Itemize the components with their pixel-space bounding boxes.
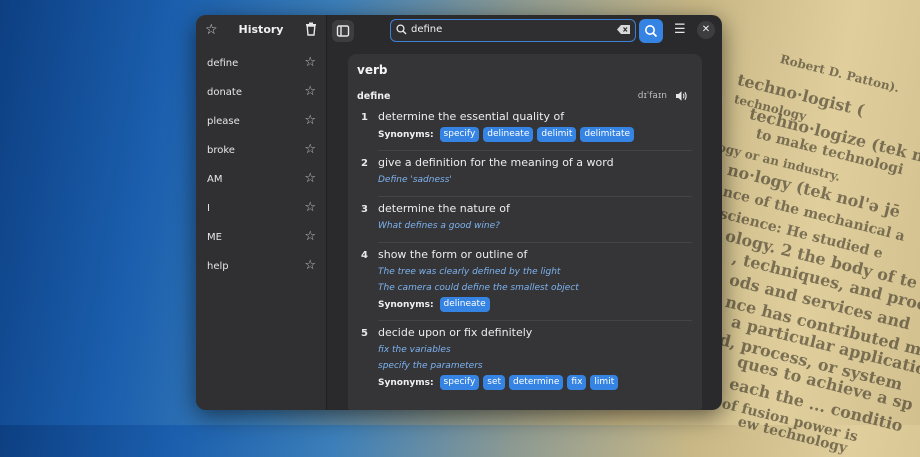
synonym-chip[interactable]: fix bbox=[567, 375, 587, 390]
menu-icon[interactable]: ☰ bbox=[674, 22, 686, 37]
sense-definition: give a definition for the meaning of a w… bbox=[378, 156, 614, 169]
history-item-label: donate bbox=[207, 87, 243, 98]
sense-definition: determine the essential quality of bbox=[378, 110, 565, 123]
headword: define bbox=[357, 91, 391, 102]
synonyms-row: Synonyms: delineate bbox=[378, 297, 490, 312]
synonym-chip[interactable]: delineate bbox=[439, 297, 490, 312]
sense-number: 4 bbox=[361, 250, 368, 261]
history-item[interactable]: please ☆ bbox=[196, 106, 326, 135]
sense-example: specify the parameters bbox=[378, 361, 483, 371]
sense-separator bbox=[378, 320, 692, 321]
star-icon[interactable]: ☆ bbox=[304, 171, 316, 186]
history-item-label: help bbox=[207, 261, 229, 272]
synonym-chip[interactable]: limit bbox=[590, 375, 619, 390]
search-icon bbox=[396, 24, 407, 35]
sense-number: 5 bbox=[361, 328, 368, 339]
synonym-chip[interactable]: determine bbox=[509, 375, 564, 390]
synonyms-label: Synonyms: bbox=[378, 377, 434, 388]
search-field[interactable]: define bbox=[390, 19, 636, 42]
sense-number: 2 bbox=[361, 158, 368, 169]
synonym-chip[interactable]: specify bbox=[439, 375, 480, 390]
history-item-label: please bbox=[207, 116, 240, 127]
sense-number: 3 bbox=[361, 204, 368, 215]
sidebar-header: ☆ History bbox=[196, 15, 326, 45]
star-icon[interactable]: ☆ bbox=[304, 258, 316, 273]
star-icon[interactable]: ☆ bbox=[304, 142, 316, 157]
sense-separator bbox=[378, 196, 692, 197]
star-icon[interactable]: ☆ bbox=[304, 200, 316, 215]
header-bar: define ☰ ✕ bbox=[326, 15, 722, 47]
synonyms-label: Synonyms: bbox=[378, 299, 434, 310]
trash-icon[interactable] bbox=[305, 22, 317, 36]
sense-separator bbox=[378, 150, 692, 151]
history-item-label: ME bbox=[207, 232, 222, 243]
sense-definition: show the form or outline of bbox=[378, 248, 528, 261]
part-of-speech: verb bbox=[357, 63, 388, 77]
history-item[interactable]: ME ☆ bbox=[196, 222, 326, 251]
synonyms-row: Synonyms: specify delineate delimit delimita… bbox=[378, 127, 635, 142]
search-input[interactable]: define bbox=[411, 24, 442, 35]
sense-example: fix the variables bbox=[378, 345, 451, 355]
history-item[interactable]: donate ☆ bbox=[196, 77, 326, 106]
history-item[interactable]: broke ☆ bbox=[196, 135, 326, 164]
history-sidebar: ☆ History define ☆ donate ☆ please ☆ broke ☆ AM ☆… bbox=[196, 15, 327, 410]
history-item-label: AM bbox=[207, 174, 223, 185]
star-icon[interactable]: ☆ bbox=[304, 229, 316, 244]
history-item-label: define bbox=[207, 58, 239, 69]
close-icon: ✕ bbox=[701, 24, 711, 35]
search-button[interactable] bbox=[639, 19, 663, 43]
sense-separator bbox=[378, 242, 692, 243]
history-item[interactable]: AM ☆ bbox=[196, 164, 326, 193]
synonym-chip[interactable]: delimitate bbox=[580, 127, 635, 142]
star-icon[interactable]: ☆ bbox=[304, 55, 316, 70]
sense-number: 1 bbox=[361, 112, 368, 123]
dictionary-window: ☆ History define ☆ donate ☆ please ☆ broke ☆ AM ☆… bbox=[196, 15, 722, 410]
synonym-chip[interactable]: set bbox=[483, 375, 506, 390]
history-item[interactable]: define ☆ bbox=[196, 48, 326, 77]
synonym-chip[interactable]: delineate bbox=[483, 127, 534, 142]
history-list: define ☆ donate ☆ please ☆ broke ☆ AM ☆ I ☆ ME ☆ help ☆ bbox=[196, 48, 326, 280]
sense-example: The camera could define the smallest obj… bbox=[378, 283, 579, 293]
sense-example: The tree was clearly defined by the ligh… bbox=[378, 267, 561, 277]
speaker-icon[interactable] bbox=[675, 90, 688, 102]
close-button[interactable]: ✕ bbox=[697, 21, 715, 39]
star-icon[interactable]: ☆ bbox=[304, 84, 316, 99]
history-item-label: broke bbox=[207, 145, 235, 156]
star-icon[interactable]: ☆ bbox=[304, 113, 316, 128]
sense-definition: determine the nature of bbox=[378, 202, 510, 215]
sense-definition: decide upon or fix definitely bbox=[378, 326, 533, 339]
history-item-label: I bbox=[207, 203, 210, 214]
sidebar-icon bbox=[336, 25, 350, 37]
synonym-chip[interactable]: specify bbox=[439, 127, 480, 142]
pronunciation: dɪˈfaɪn bbox=[637, 91, 667, 101]
clear-text-icon[interactable] bbox=[617, 25, 630, 34]
definition-card: verb define dɪˈfaɪn 1 determine the essen… bbox=[348, 54, 702, 410]
synonyms-label: Synonyms: bbox=[378, 129, 434, 140]
toggle-sidebar-button[interactable] bbox=[332, 20, 354, 42]
search-icon bbox=[645, 25, 658, 38]
sense-example: What defines a good wine? bbox=[378, 221, 500, 231]
history-item[interactable]: help ☆ bbox=[196, 251, 326, 280]
sense-example: Define 'sadness' bbox=[378, 175, 452, 185]
synonyms-row: Synonyms: specify set determine fix limit bbox=[378, 375, 619, 390]
synonym-chip[interactable]: delimit bbox=[537, 127, 577, 142]
history-item[interactable]: I ☆ bbox=[196, 193, 326, 222]
